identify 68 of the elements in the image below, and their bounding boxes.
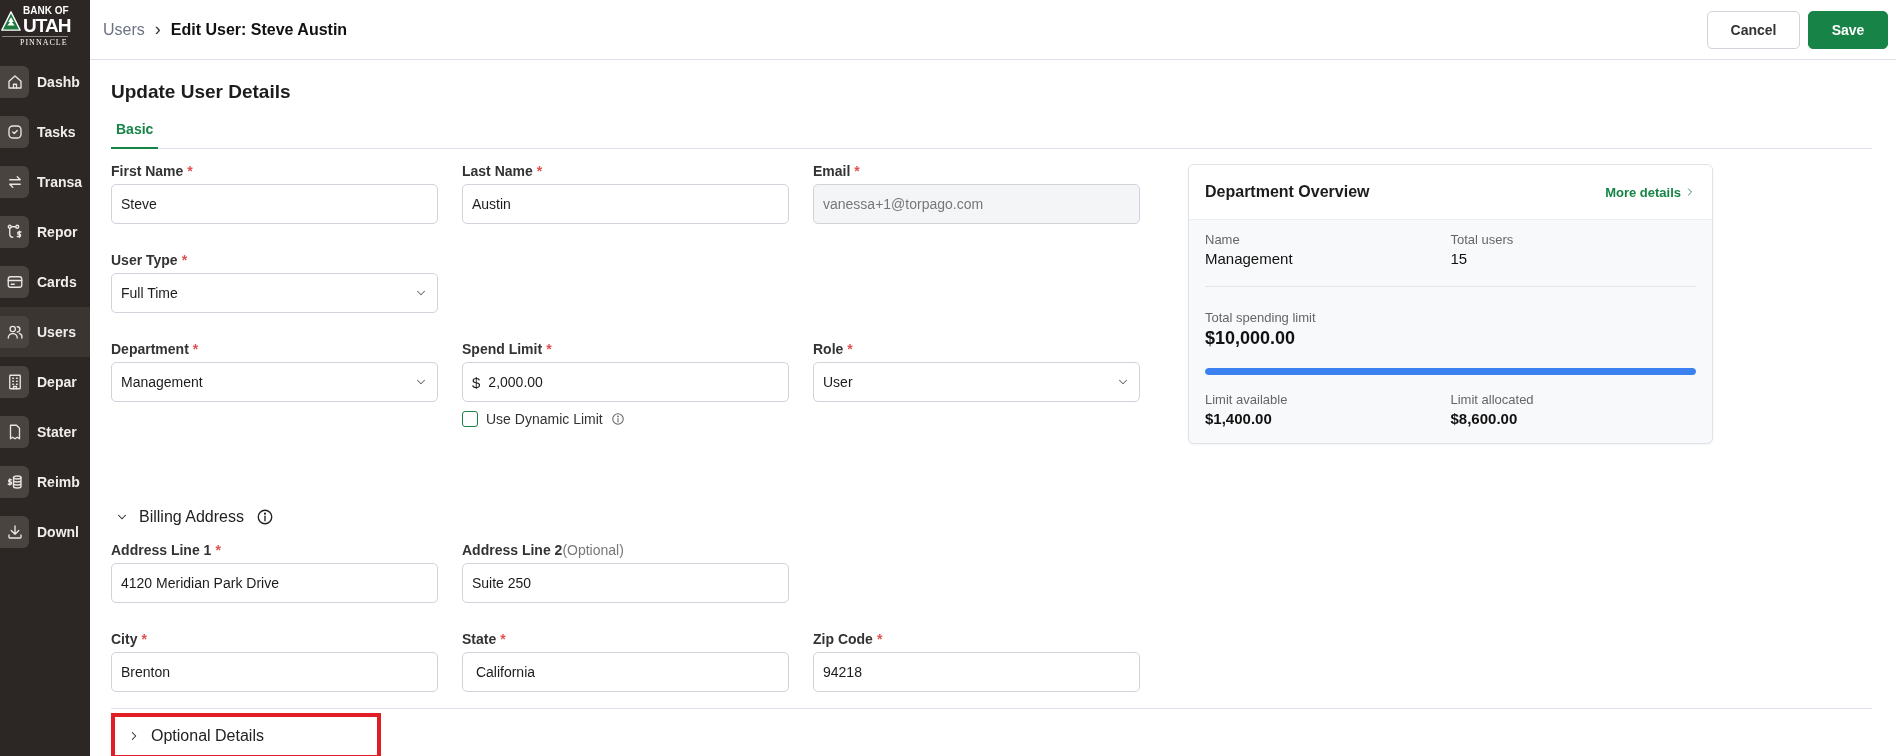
input-field[interactable]: Brenton <box>111 652 438 692</box>
section-title: Update User Details <box>111 81 292 103</box>
section-toggle[interactable]: Optional Details <box>111 713 381 756</box>
input-field[interactable]: Steve <box>111 184 438 224</box>
home-icon <box>5 73 24 91</box>
field-label: Spend Limit * <box>462 341 553 357</box>
field-label: Address Line 1 * <box>111 542 222 558</box>
field-label: City * <box>111 631 148 647</box>
nav-item[interactable]: Users <box>0 307 90 357</box>
section-toggle[interactable]: Billing Address <box>111 506 248 528</box>
more-details-link[interactable]: More details <box>1605 184 1696 200</box>
field-label: Last Name * <box>462 163 544 179</box>
card-title: Department Overview <box>1205 183 1370 201</box>
checkbox-label[interactable]: Use Dynamic Limit <box>486 411 603 427</box>
route-dollar-icon <box>5 223 24 241</box>
nav-item[interactable]: Reimb <box>0 457 90 507</box>
checkbox[interactable] <box>462 411 478 427</box>
select-field[interactable]: Full Time <box>111 273 438 313</box>
nav-item[interactable]: Stater <box>0 407 90 457</box>
check-icon <box>5 123 24 141</box>
breadcrumb-current: Edit User: Steve Austin <box>170 20 348 39</box>
field-label: First Name * <box>111 163 194 179</box>
stat-value: 15 <box>1450 250 1469 267</box>
bank-name-large: UTAH <box>23 16 71 35</box>
field-label: Department * <box>111 341 200 357</box>
nav-item[interactable]: Downl <box>0 507 90 557</box>
field-label: State * <box>462 631 507 647</box>
input-field[interactable]: 4120 Meridian Park Drive <box>111 563 438 603</box>
nav-item[interactable]: Dashb <box>0 57 90 107</box>
bank-tagline: PINNACLE <box>2 36 68 47</box>
input-field[interactable]: Austin <box>462 184 789 224</box>
nav-item[interactable]: Depar <box>0 357 90 407</box>
input-field[interactable]: 94218 <box>813 652 1140 692</box>
users-icon <box>5 323 24 341</box>
input-field[interactable]: Suite 250 <box>462 563 789 603</box>
tree-logo-icon <box>0 9 22 32</box>
tab[interactable]: Basic <box>111 115 159 149</box>
nav-item[interactable]: Repor <box>0 207 90 257</box>
info-icon[interactable] <box>255 508 274 526</box>
nav-item[interactable]: Tasks <box>0 107 90 157</box>
nav-item[interactable]: Cards <box>0 257 90 307</box>
stat-label: Total users <box>1450 232 1515 247</box>
stat-value: $8,600.00 <box>1450 410 1519 427</box>
select-field[interactable]: Management <box>111 362 438 402</box>
field-label: Zip Code * <box>813 631 884 647</box>
stat-label: Limit available <box>1205 392 1289 407</box>
stat-label: Total spending limit <box>1205 310 1317 325</box>
download-icon <box>5 523 24 541</box>
stat-value: $1,400.00 <box>1205 410 1273 427</box>
breadcrumb-link[interactable]: Users <box>103 20 145 39</box>
bank-name: BANK OF <box>23 6 70 16</box>
stat-label: Name <box>1205 232 1241 247</box>
nav-item[interactable]: Transa <box>0 157 90 207</box>
save-button[interactable]: Save <box>1808 10 1888 49</box>
field-label: Address Line 2(Optional) <box>462 542 625 558</box>
breadcrumb-separator: › <box>154 19 161 40</box>
field-label: User Type * <box>111 252 189 268</box>
field-label: Role * <box>813 341 854 357</box>
stat-value: Management <box>1205 250 1294 267</box>
stat-label: Limit allocated <box>1450 392 1535 407</box>
select-field[interactable]: User <box>813 362 1140 402</box>
coins-icon <box>5 473 24 491</box>
stat-value: $10,000.00 <box>1205 328 1297 349</box>
input-field[interactable]: $ 2,000.00 <box>462 362 789 402</box>
input-field[interactable]: California <box>462 652 789 692</box>
card-icon <box>5 273 24 291</box>
cancel-button[interactable]: Cancel <box>1707 10 1800 49</box>
field-label: Email * <box>813 163 861 179</box>
